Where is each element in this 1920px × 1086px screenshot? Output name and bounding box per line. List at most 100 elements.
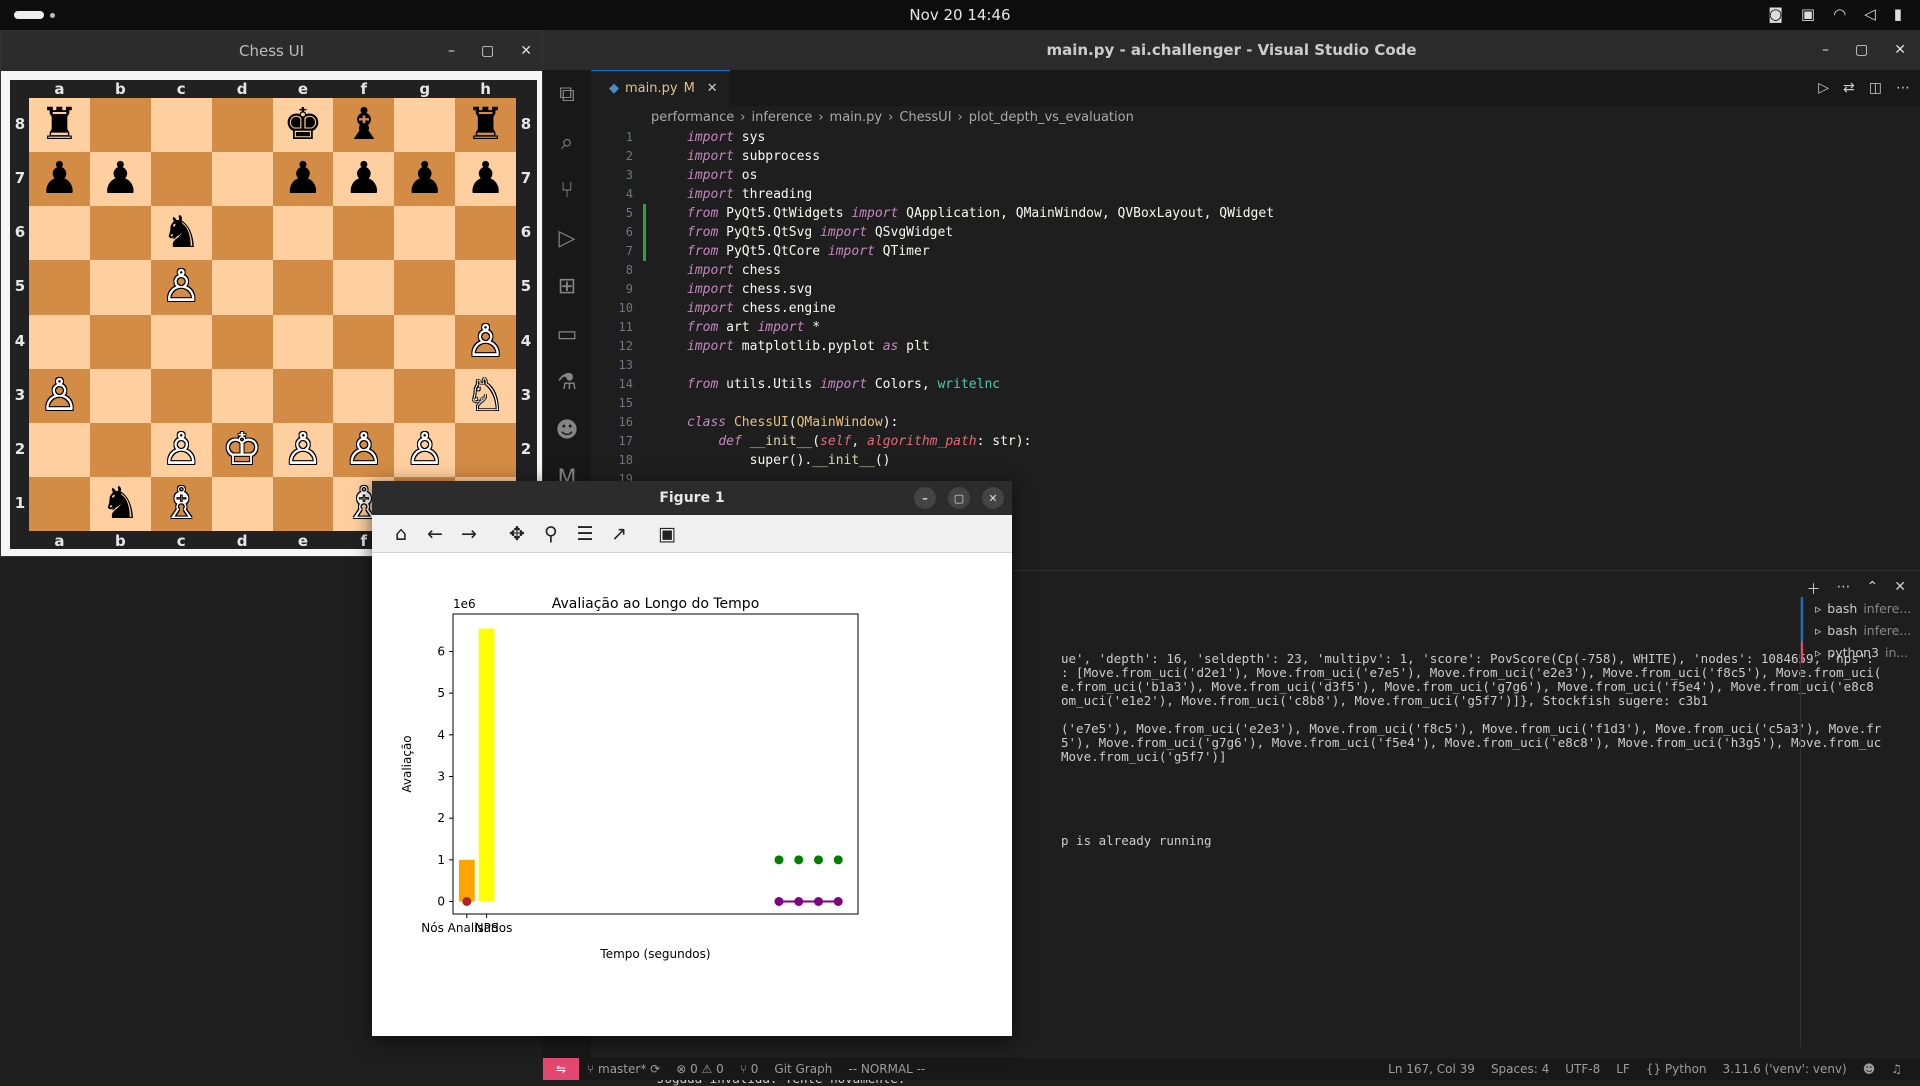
- piece-e2[interactable]: ♙: [283, 427, 322, 472]
- square-c8[interactable]: [150, 98, 212, 153]
- copilot-icon[interactable]: ☻: [543, 406, 591, 454]
- square-g2[interactable]: ♙: [394, 422, 456, 477]
- configure-subplots-icon[interactable]: ☰: [572, 521, 598, 547]
- close-panel-icon[interactable]: ✕: [1894, 579, 1906, 599]
- forward-arrow-icon[interactable]: →: [456, 521, 482, 547]
- square-h5[interactable]: [455, 260, 516, 315]
- square-c1[interactable]: ♗: [150, 476, 212, 531]
- terminal-tab-python3[interactable]: ▹ python3 in...: [1801, 641, 1920, 663]
- piece-e8[interactable]: ♚: [283, 103, 322, 147]
- square-d5[interactable]: [211, 260, 273, 315]
- square-d8[interactable]: [211, 98, 273, 153]
- pan-icon[interactable]: ✥: [504, 521, 530, 547]
- discord-icon[interactable]: ◙: [1768, 5, 1783, 23]
- piece-d2[interactable]: ♔: [222, 427, 261, 472]
- code-line[interactable]: 8 import chess: [591, 261, 1920, 280]
- ports-status[interactable]: ⑂ 0: [732, 1062, 767, 1076]
- square-e7[interactable]: ♟: [272, 152, 334, 207]
- square-a1[interactable]: [29, 476, 90, 531]
- square-b1[interactable]: ♞: [89, 476, 151, 531]
- run-file-icon[interactable]: ▷: [1818, 80, 1829, 96]
- problems-status[interactable]: ⊗ 0 ⚠ 0: [668, 1062, 732, 1076]
- code-line[interactable]: 4 import threading: [591, 185, 1920, 204]
- piece-g7[interactable]: ♟: [405, 157, 444, 201]
- close-icon[interactable]: ✕: [1894, 42, 1906, 58]
- code-line[interactable]: 3 import os: [591, 166, 1920, 185]
- piece-c1[interactable]: ♗: [161, 481, 200, 526]
- extensions-icon[interactable]: ⊞: [543, 262, 591, 310]
- square-e8[interactable]: ♚: [272, 98, 334, 153]
- square-c6[interactable]: ♞: [150, 206, 212, 261]
- edit-axis-icon[interactable]: ↗: [606, 521, 632, 547]
- piece-h8[interactable]: ♜: [466, 103, 505, 147]
- eol[interactable]: LF: [1608, 1062, 1638, 1076]
- square-c4[interactable]: [150, 314, 212, 369]
- square-f4[interactable]: [333, 314, 395, 369]
- piece-f2[interactable]: ♙: [344, 427, 383, 472]
- chess-board[interactable]: ♜ ♚ ♝ ♜ ♟ ♟ ♟ ♟ ♟ ♟ ♞ ♙ ♙ ♙ ♘ ♙ ♔ ♙ ♙ ♙ ♞ ♗ ♗: [29, 98, 516, 531]
- square-d3[interactable]: [211, 368, 273, 423]
- square-c3[interactable]: [150, 368, 212, 423]
- breadcrumb-item[interactable]: ChessUI: [899, 110, 951, 125]
- code-line[interactable]: 5 from PyQt5.QtWidgets import QApplicatio…: [591, 204, 1920, 223]
- search-icon[interactable]: ⌕: [543, 118, 591, 166]
- square-f8[interactable]: ♝: [333, 98, 395, 153]
- square-d7[interactable]: [211, 152, 273, 207]
- new-terminal-icon[interactable]: ＋: [1807, 579, 1821, 599]
- encoding[interactable]: UTF-8: [1557, 1062, 1608, 1076]
- square-f5[interactable]: [333, 260, 395, 315]
- chart-canvas[interactable]: 0 1 2 3 4 5 6 1e6 Nós AnalisadosNPS Avaliação ao …: [372, 553, 1012, 1036]
- square-c7[interactable]: [150, 152, 212, 207]
- tab-main-py[interactable]: ◆ main.py M ✕: [591, 70, 730, 106]
- square-b7[interactable]: ♟: [89, 152, 151, 207]
- piece-c2[interactable]: ♙: [161, 427, 200, 472]
- minimize-icon[interactable]: –: [914, 487, 936, 509]
- indentation[interactable]: Spaces: 4: [1483, 1062, 1557, 1076]
- code-line[interactable]: 16 class ChessUI(QMainWindow):: [591, 413, 1920, 432]
- more-actions-icon[interactable]: ⋯: [1837, 579, 1851, 599]
- piece-a7[interactable]: ♟: [40, 157, 79, 201]
- square-b8[interactable]: [89, 98, 151, 153]
- close-tab-icon[interactable]: ✕: [707, 81, 718, 96]
- square-b4[interactable]: [89, 314, 151, 369]
- cursor-position[interactable]: Ln 167, Col 39: [1380, 1062, 1483, 1076]
- git-graph-button[interactable]: Git Graph: [766, 1062, 840, 1076]
- chess-title-bar[interactable]: Chess UI – ▢ ✕: [1, 31, 542, 71]
- square-a6[interactable]: [29, 206, 90, 261]
- breadcrumb-item[interactable]: inference: [751, 110, 812, 125]
- volume-icon[interactable]: ◁: [1864, 5, 1876, 23]
- terminal-tab-bash[interactable]: ▹ bash infere...: [1801, 619, 1920, 641]
- save-icon[interactable]: ▣: [654, 521, 680, 547]
- branch-status[interactable]: ⑂ master* ⟳: [579, 1062, 668, 1076]
- square-h6[interactable]: [455, 206, 516, 261]
- minimize-icon[interactable]: –: [448, 43, 455, 59]
- square-f3[interactable]: [333, 368, 395, 423]
- piece-h4[interactable]: ♙: [466, 319, 505, 364]
- battery-icon[interactable]: ▮: [1894, 5, 1902, 23]
- piece-a8[interactable]: ♜: [40, 103, 79, 147]
- language-mode[interactable]: {} Python: [1638, 1062, 1715, 1076]
- square-b6[interactable]: [89, 206, 151, 261]
- piece-h3[interactable]: ♘: [466, 373, 505, 418]
- terminal-tab-bash[interactable]: ▹ bash infere...: [1801, 597, 1920, 619]
- piece-f8[interactable]: ♝: [344, 103, 383, 147]
- square-b5[interactable]: [89, 260, 151, 315]
- square-g8[interactable]: [394, 98, 456, 153]
- square-g4[interactable]: [394, 314, 456, 369]
- breadcrumb-item[interactable]: performance: [651, 110, 734, 125]
- square-e3[interactable]: [272, 368, 334, 423]
- close-icon[interactable]: ✕: [520, 43, 532, 59]
- square-c5[interactable]: ♙: [150, 260, 212, 315]
- square-a4[interactable]: [29, 314, 90, 369]
- square-g5[interactable]: [394, 260, 456, 315]
- back-arrow-icon[interactable]: ←: [422, 521, 448, 547]
- code-line[interactable]: 18 super().__init__(): [591, 451, 1920, 470]
- maximize-icon[interactable]: ▢: [481, 43, 494, 59]
- square-f2[interactable]: ♙: [333, 422, 395, 477]
- piece-f7[interactable]: ♟: [344, 157, 383, 201]
- square-e2[interactable]: ♙: [272, 422, 334, 477]
- wifi-icon[interactable]: ◠: [1833, 5, 1846, 23]
- square-d6[interactable]: [211, 206, 273, 261]
- code-editor[interactable]: 1 import sys 2 import subprocess 3 import os 4…: [591, 128, 1920, 489]
- piece-b7[interactable]: ♟: [101, 157, 140, 201]
